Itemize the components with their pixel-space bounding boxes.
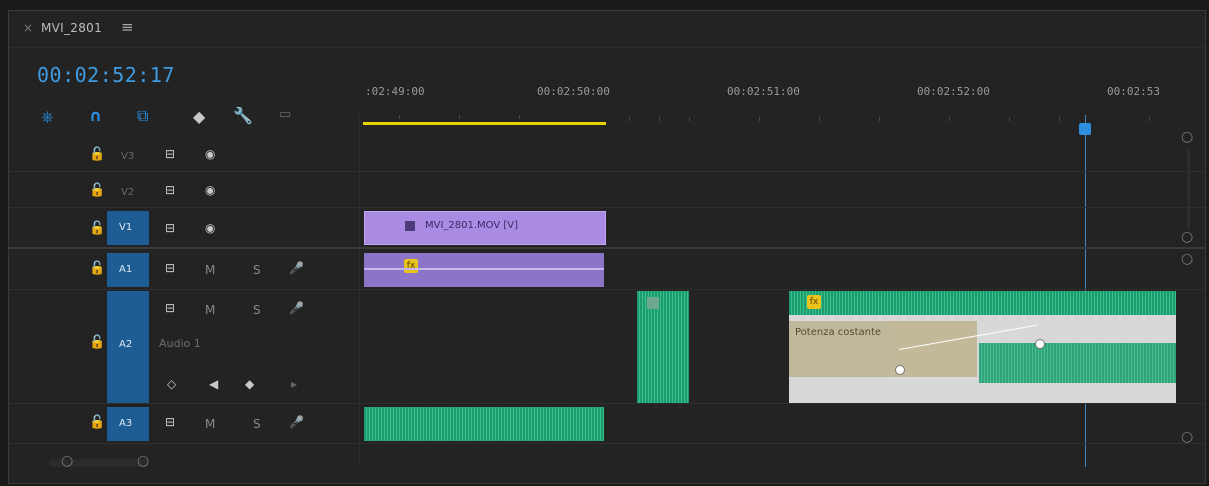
microphone-icon[interactable]: 🎤: [289, 415, 304, 429]
vertical-scroll-knob[interactable]: ○: [1181, 251, 1193, 267]
vertical-scroll-knob[interactable]: ○: [1181, 129, 1193, 145]
sync-lock-icon[interactable]: ⊟: [165, 221, 175, 235]
fx-badge[interactable]: fx: [807, 295, 821, 309]
lock-icon[interactable]: 🔓: [89, 221, 105, 236]
mute-button[interactable]: M: [205, 417, 215, 431]
zoom-in-handle[interactable]: ○: [61, 453, 73, 469]
track-name-v1: V1: [119, 222, 133, 233]
sync-lock-icon[interactable]: ⊟: [165, 301, 175, 315]
lock-icon[interactable]: 🔓: [89, 335, 105, 350]
vertical-scroll-knob[interactable]: ○: [1181, 229, 1193, 245]
crossfade-transition[interactable]: Potenza costante: [789, 321, 977, 377]
sync-lock-icon[interactable]: ⊟: [165, 147, 175, 161]
linked-selection-icon[interactable]: ⧉: [137, 106, 148, 126]
video-clip[interactable]: MVI_2801.MOV [V]: [364, 211, 606, 245]
track-name-v2[interactable]: V2: [121, 187, 134, 198]
solo-button[interactable]: S: [253, 263, 261, 277]
ruler-label: 00:02:52:00: [917, 85, 990, 98]
track-target-a3[interactable]: A3: [107, 407, 149, 441]
keyframe-add-icon[interactable]: ◇: [167, 377, 176, 391]
eye-icon[interactable]: ◉: [205, 147, 215, 161]
lock-icon[interactable]: 🔓: [89, 147, 105, 162]
sequence-tab-bar: × MVI_2801 ≡: [9, 11, 1205, 48]
track-name-a1: A1: [119, 264, 133, 275]
hamburger-menu-icon[interactable]: ≡: [121, 18, 134, 36]
ruler-label: :02:49:00: [365, 85, 425, 98]
sync-lock-icon[interactable]: ⊟: [165, 261, 175, 275]
magnet-icon[interactable]: ∩: [89, 106, 102, 125]
microphone-icon[interactable]: 🎤: [289, 301, 304, 315]
time-ruler[interactable]: :02:49:00 00:02:50:00 00:02:51:00 00:02:…: [359, 61, 1185, 135]
track-target-a1[interactable]: A1: [107, 253, 149, 287]
ruler-label: 00:02:50:00: [537, 85, 610, 98]
sequence-title[interactable]: MVI_2801: [41, 21, 102, 35]
track-name-a3: A3: [119, 418, 133, 429]
audio-clip-a1[interactable]: fx: [364, 253, 604, 287]
clip-label: MVI_2801.MOV [V]: [425, 220, 519, 231]
lock-icon[interactable]: 🔓: [89, 415, 105, 430]
track-label-audio[interactable]: Audio 1: [159, 337, 201, 350]
keyframe[interactable]: [1035, 339, 1045, 349]
audio-clip-a2-small[interactable]: [637, 291, 689, 403]
previous-keyframe-icon[interactable]: ◀: [209, 377, 218, 391]
crossfade-label: Potenza costante: [795, 327, 882, 338]
clip-icon: [405, 221, 415, 231]
playhead-timecode[interactable]: 00:02:52:17: [37, 63, 175, 87]
timeline-panel: × MVI_2801 ≡ 00:02:52:17 ⎈ ∩ ⧉ ◆ 🔧 ▭ :02…: [8, 10, 1206, 484]
work-area-bar[interactable]: [363, 122, 606, 125]
captions-icon[interactable]: ▭: [279, 107, 291, 122]
solo-button[interactable]: S: [253, 417, 261, 431]
ruler-label: 00:02:51:00: [727, 85, 800, 98]
audio-clip-a3[interactable]: [364, 407, 604, 441]
solo-button[interactable]: S: [253, 303, 261, 317]
audio-clip-a2-large[interactable]: fx Potenza costante: [789, 291, 1176, 403]
marker-icon[interactable]: ◆: [193, 107, 205, 126]
mute-button[interactable]: M: [205, 263, 215, 277]
next-keyframe-icon[interactable]: ▸: [291, 377, 297, 391]
wrench-icon[interactable]: 🔧: [233, 106, 253, 125]
microphone-icon[interactable]: 🎤: [289, 261, 304, 275]
sync-lock-icon[interactable]: ⊟: [165, 415, 175, 429]
track-target-v1[interactable]: V1: [107, 211, 149, 245]
add-keyframe-icon[interactable]: ◆: [245, 377, 254, 391]
track-name-a2: A2: [119, 339, 133, 350]
clip-icon: [647, 297, 659, 309]
lock-icon[interactable]: 🔓: [89, 261, 105, 276]
sync-lock-icon[interactable]: ⊟: [165, 183, 175, 197]
eye-icon[interactable]: ◉: [205, 221, 215, 235]
eye-icon[interactable]: ◉: [205, 183, 215, 197]
mute-button[interactable]: M: [205, 303, 215, 317]
track-name-v3[interactable]: V3: [121, 151, 134, 162]
keyframe[interactable]: [895, 365, 905, 375]
snap-icon[interactable]: ⎈: [41, 107, 54, 127]
lock-icon[interactable]: 🔓: [89, 183, 105, 198]
zoom-out-handle[interactable]: ○: [137, 453, 149, 469]
fx-badge[interactable]: fx: [404, 259, 418, 273]
track-target-a2[interactable]: A2: [107, 291, 149, 403]
close-icon[interactable]: ×: [23, 21, 33, 35]
ruler-label: 00:02:53: [1107, 85, 1160, 98]
vertical-scrollbar[interactable]: [1187, 149, 1190, 229]
vertical-scroll-knob[interactable]: ○: [1181, 429, 1193, 445]
